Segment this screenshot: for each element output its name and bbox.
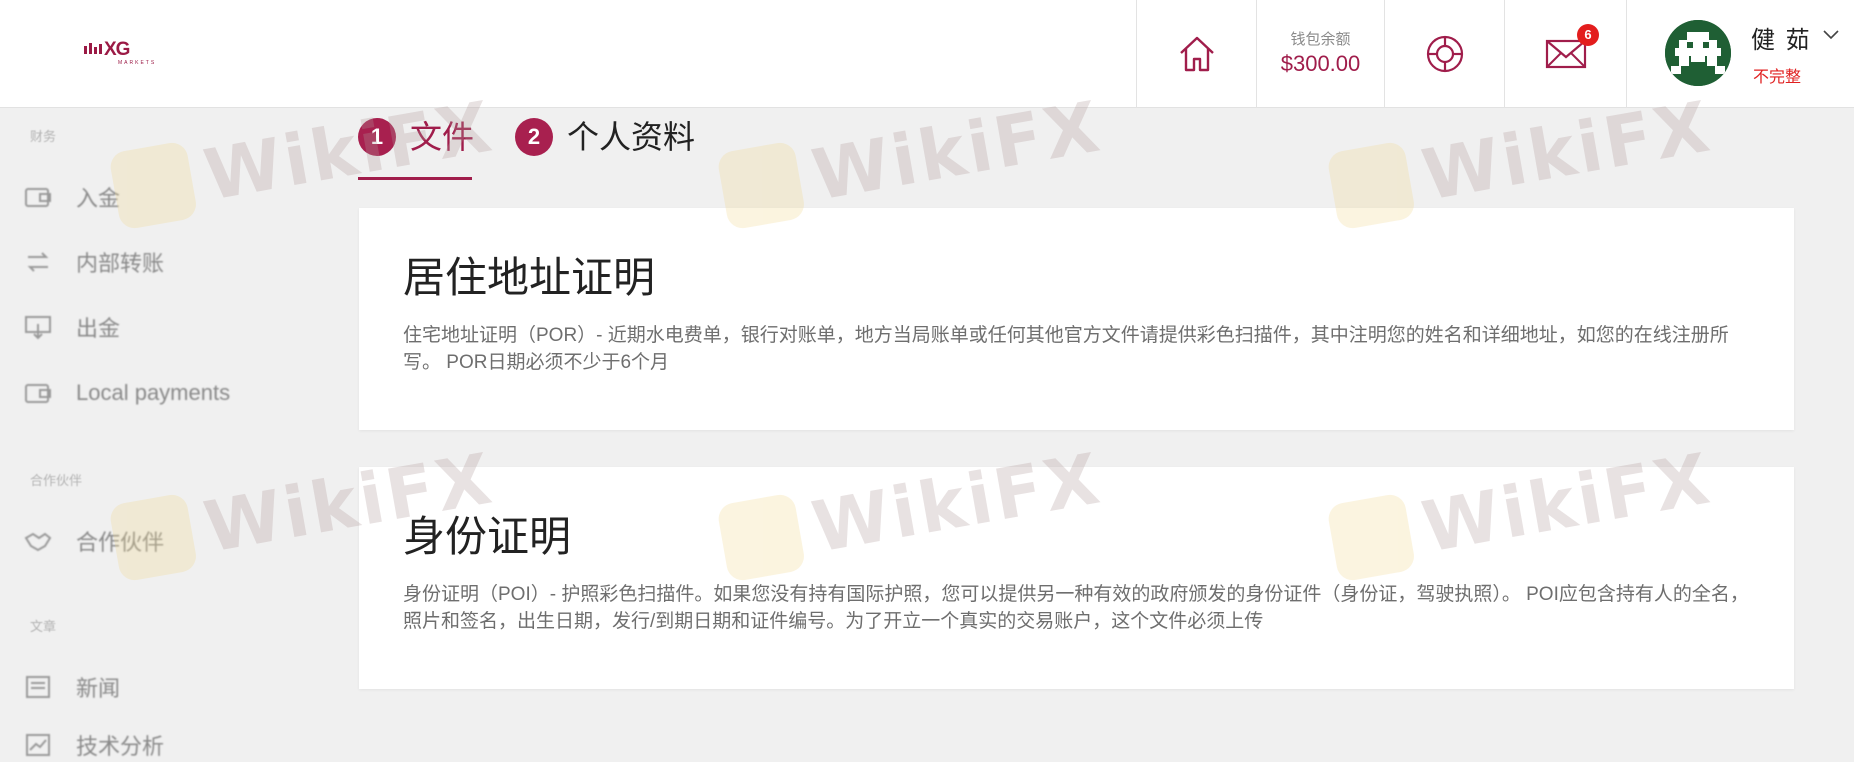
sidebar-item-label: 入金 [76,186,121,211]
tab-label: 个人资料 [567,119,696,155]
active-tab-indicator [358,177,472,180]
sidebar-section-partners: 合作伙伴 [30,473,83,488]
top-header: XG MARKETS 钱包余额 $300.00 6 健 茹 不完整 [0,0,1854,108]
wallet-icon [25,188,51,207]
wallet-balance[interactable]: 钱包余额 $300.00 [1256,0,1384,108]
sidebar: 财务 入金 内部转账 出金 Local payments 合作伙伴 合作伙伴 文… [0,108,330,762]
profile-status-incomplete: 不完整 [1753,69,1802,86]
card-title: 居住地址证明 [403,254,656,301]
home-icon [1179,36,1214,72]
avatar[interactable] [1665,20,1731,86]
support-button[interactable] [1384,0,1504,108]
avatar-pixel-icon [1665,20,1731,86]
sidebar-item-technical-analysis[interactable]: 技术分析 [24,728,164,762]
sidebar-item-label: 出金 [76,316,121,341]
svg-text:XG: XG [104,39,130,60]
sidebar-item-news[interactable]: 新闻 [24,670,120,704]
sidebar-section-finance: 财务 [30,129,57,144]
sidebar-item-withdraw[interactable]: 出金 [24,310,120,344]
tab-step-number: 1 [358,118,396,156]
brand-logo[interactable]: XG MARKETS [84,38,154,66]
tab-label: 文件 [410,119,475,155]
sidebar-item-local-payments[interactable]: Local payments [24,376,230,410]
sidebar-item-label: Local payments [76,380,231,405]
transfer-icon [27,252,49,272]
analysis-icon [26,734,50,756]
tab-personal-info[interactable]: 2 个人资料 [515,112,695,182]
sidebar-item-label: 新闻 [76,676,121,701]
unread-count-badge: 6 [1577,24,1599,46]
messages-button[interactable]: 6 [1504,0,1626,108]
support-lifebuoy-icon [1426,35,1463,73]
card-description: 住宅地址证明（POR）- 近期水电费单，银行对账单，地方当局账单或任何其他官方文… [403,325,1729,373]
wallet-balance-value: $300.00 [1280,51,1361,76]
sidebar-item-label: 内部转账 [76,251,165,276]
news-icon [26,676,50,698]
card-description: 身份证明（POI）- 护照彩色扫描件。如果您没有持有国际护照，您可以提供另一种有… [403,584,1749,632]
wallet-balance-label: 钱包余额 [1290,31,1351,48]
logo-subtext: MARKETS [118,60,157,66]
sidebar-item-deposit[interactable]: 入金 [24,180,120,214]
sidebar-item-internal-transfer[interactable]: 内部转账 [24,245,164,279]
proof-of-residence-card[interactable]: 居住地址证明 住宅地址证明（POR）- 近期水电费单，银行对账单，地方当局账单或… [359,208,1794,430]
user-name: 健 茹 [1751,27,1812,54]
handshake-icon [24,532,52,552]
home-button[interactable] [1136,0,1256,108]
sidebar-item-partners[interactable]: 合作伙伴 [24,524,164,558]
wallet-icon [25,384,51,403]
card-title: 身份证明 [403,513,572,560]
sidebar-section-articles: 文章 [30,619,57,634]
tab-step-number: 2 [515,118,553,156]
sidebar-item-label: 合作伙伴 [76,530,165,555]
chevron-down-icon[interactable] [1823,28,1839,40]
xg-logo-icon: XG [84,39,131,60]
sidebar-item-label: 技术分析 [76,734,165,759]
proof-of-identity-card[interactable]: 身份证明 身份证明（POI）- 护照彩色扫描件。如果您没有持有国际护照，您可以提… [359,467,1794,689]
tab-documents[interactable]: 1 文件 [358,112,474,182]
withdraw-icon [25,316,51,340]
user-menu[interactable]: 健 茹 不完整 [1626,0,1854,108]
